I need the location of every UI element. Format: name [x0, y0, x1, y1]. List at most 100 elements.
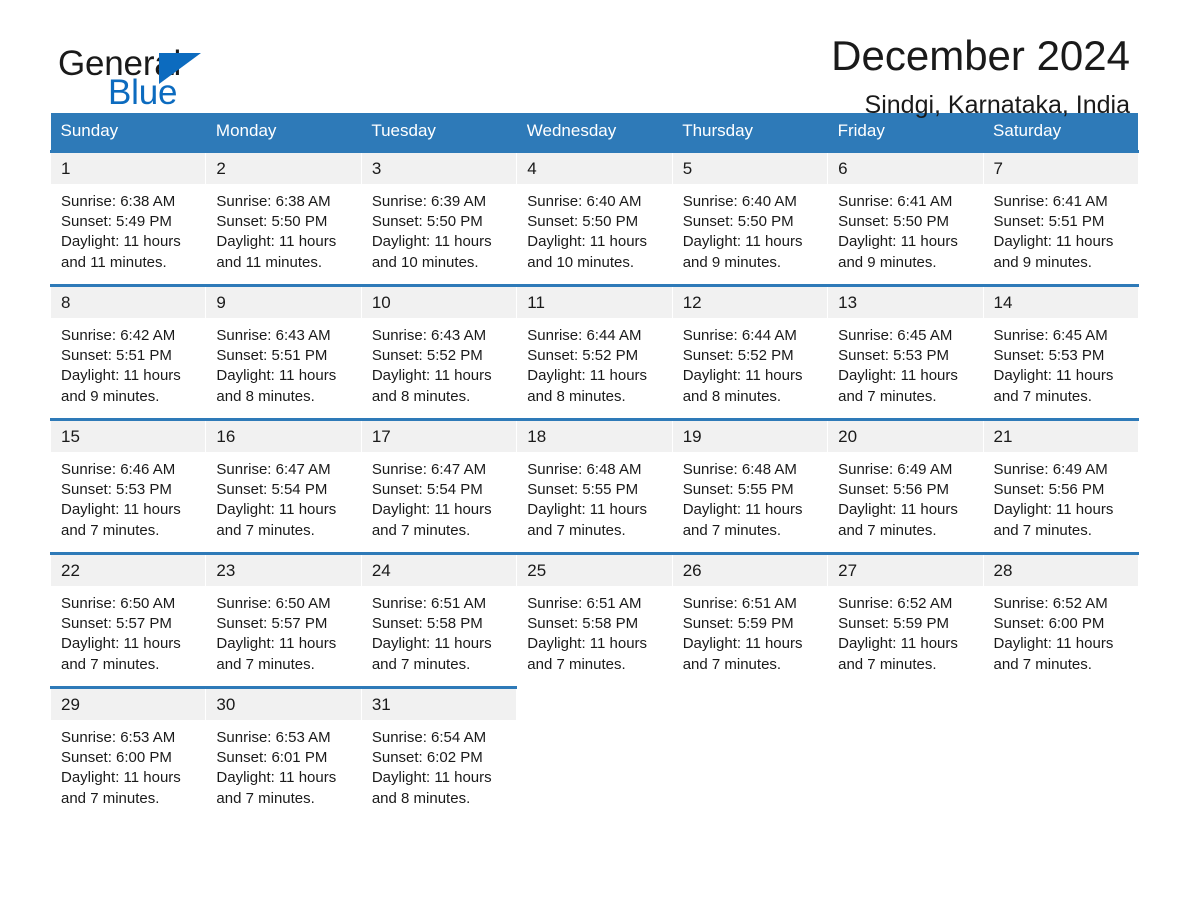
day-cell[interactable]: 10 Sunrise: 6:43 AM Sunset: 5:52 PM Dayl… — [360, 284, 518, 420]
day-number: 22 — [51, 555, 206, 586]
day-cell[interactable]: 9 Sunrise: 6:43 AM Sunset: 5:51 PM Dayli… — [205, 284, 362, 420]
day-cell[interactable]: 22 Sunrise: 6:50 AM Sunset: 5:57 PM Dayl… — [49, 552, 207, 688]
daylight-text-line1: Daylight: 11 hours — [371, 769, 492, 787]
daylight-text-line2: and 7 minutes. — [838, 387, 937, 405]
daylight-text-line2: and 8 minutes. — [371, 387, 471, 405]
daylight-text-line2: and 8 minutes. — [216, 387, 315, 405]
sunrise-text: Sunrise: 6:40 AM — [527, 193, 642, 210]
daylight-text-line1: Daylight: 11 hours — [216, 501, 337, 519]
sunset-text: Sunset: 5:55 PM — [527, 481, 639, 499]
sunset-text: Sunset: 6:00 PM — [61, 749, 172, 767]
day-details: Sunrise: 6:41 AM Sunset: 5:51 PM Dayligh… — [984, 184, 1138, 273]
daylight-text-line2: and 11 minutes. — [216, 253, 323, 271]
day-cell[interactable]: 19 Sunrise: 6:48 AM Sunset: 5:55 PM Dayl… — [671, 418, 829, 554]
sunset-text: Sunset: 5:50 PM — [371, 213, 483, 231]
sunset-text: Sunset: 5:58 PM — [527, 615, 639, 633]
sunrise-text: Sunrise: 6:38 AM — [216, 193, 331, 210]
day-cell[interactable]: 25 Sunrise: 6:51 AM Sunset: 5:58 PM Dayl… — [516, 552, 673, 688]
sunset-text: Sunset: 5:52 PM — [527, 347, 639, 365]
day-number: 19 — [672, 421, 828, 452]
sunrise-text: Sunrise: 6:46 AM — [61, 461, 176, 478]
day-cell[interactable]: 27 Sunrise: 6:52 AM Sunset: 5:59 PM Dayl… — [827, 552, 984, 688]
day-details: Sunrise: 6:43 AM Sunset: 5:52 PM Dayligh… — [362, 318, 516, 407]
daylight-text-line1: Daylight: 11 hours — [527, 501, 648, 519]
sunrise-text: Sunrise: 6:47 AM — [216, 461, 331, 478]
day-cell[interactable]: 18 Sunrise: 6:48 AM Sunset: 5:55 PM Dayl… — [516, 418, 673, 554]
day-cell[interactable]: 29 Sunrise: 6:53 AM Sunset: 6:00 PM Dayl… — [49, 686, 207, 820]
weekday-header-monday: Monday — [205, 113, 362, 152]
day-cell[interactable]: 3 Sunrise: 6:39 AM Sunset: 5:50 PM Dayli… — [360, 150, 518, 286]
day-cell[interactable]: 7 Sunrise: 6:41 AM Sunset: 5:51 PM Dayli… — [982, 150, 1139, 286]
day-cell[interactable]: 13 Sunrise: 6:45 AM Sunset: 5:53 PM Dayl… — [827, 284, 984, 420]
daylight-text-line1: Daylight: 11 hours — [371, 635, 492, 653]
daylight-text-line1: Daylight: 11 hours — [216, 367, 337, 385]
page-subtitle: Sindgi, Karnataka, India — [864, 91, 1130, 119]
day-number: 8 — [51, 287, 206, 318]
day-cell[interactable]: 16 Sunrise: 6:47 AM Sunset: 5:54 PM Dayl… — [205, 418, 362, 554]
daylight-text-line1: Daylight: 11 hours — [838, 501, 958, 519]
daylight-text-line1: Daylight: 11 hours — [371, 233, 492, 251]
day-details: Sunrise: 6:41 AM Sunset: 5:50 PM Dayligh… — [828, 184, 982, 273]
day-details: Sunrise: 6:50 AM Sunset: 5:57 PM Dayligh… — [206, 586, 360, 675]
sunset-text: Sunset: 5:56 PM — [993, 481, 1105, 499]
day-cell[interactable]: 2 Sunrise: 6:38 AM Sunset: 5:50 PM Dayli… — [205, 150, 362, 286]
daylight-text-line1: Daylight: 11 hours — [61, 501, 181, 519]
day-cell[interactable]: 31 Sunrise: 6:54 AM Sunset: 6:02 PM Dayl… — [360, 686, 518, 820]
day-cell[interactable]: 23 Sunrise: 6:50 AM Sunset: 5:57 PM Dayl… — [205, 552, 362, 688]
generalblue-logo[interactable]: General Blue — [58, 44, 258, 114]
day-cell[interactable]: 15 Sunrise: 6:46 AM Sunset: 5:53 PM Dayl… — [49, 418, 207, 554]
sunset-text: Sunset: 5:51 PM — [216, 347, 328, 365]
day-cell[interactable]: 11 Sunrise: 6:44 AM Sunset: 5:52 PM Dayl… — [516, 284, 673, 420]
sunrise-text: Sunrise: 6:49 AM — [838, 461, 953, 478]
daylight-text-line1: Daylight: 11 hours — [61, 233, 181, 251]
weekday-header-tuesday: Tuesday — [361, 113, 517, 152]
day-cell[interactable]: 4 Sunrise: 6:40 AM Sunset: 5:50 PM Dayli… — [516, 150, 673, 286]
day-details: Sunrise: 6:45 AM Sunset: 5:53 PM Dayligh… — [828, 318, 982, 407]
day-cell[interactable]: 28 Sunrise: 6:52 AM Sunset: 6:00 PM Dayl… — [982, 552, 1139, 688]
day-number: 27 — [828, 555, 983, 586]
day-number: 13 — [828, 287, 983, 318]
sunset-text: Sunset: 5:57 PM — [216, 615, 328, 633]
daylight-text-line2: and 7 minutes. — [216, 655, 315, 673]
sunrise-text: Sunrise: 6:45 AM — [838, 327, 953, 344]
day-cell[interactable]: 30 Sunrise: 6:53 AM Sunset: 6:01 PM Dayl… — [205, 686, 362, 820]
sunset-text: Sunset: 5:50 PM — [838, 213, 950, 231]
daylight-text-line1: Daylight: 11 hours — [838, 367, 958, 385]
daylight-text-line1: Daylight: 11 hours — [527, 233, 648, 251]
week-row: 29 Sunrise: 6:53 AM Sunset: 6:00 PM Dayl… — [49, 686, 1139, 820]
day-number: 31 — [361, 689, 517, 720]
sunset-text: Sunset: 5:58 PM — [371, 615, 483, 633]
daylight-text-line2: and 8 minutes. — [527, 387, 626, 405]
day-details: Sunrise: 6:50 AM Sunset: 5:57 PM Dayligh… — [51, 586, 205, 675]
day-cell[interactable]: 1 Sunrise: 6:38 AM Sunset: 5:49 PM Dayli… — [49, 150, 207, 286]
day-cell[interactable]: 24 Sunrise: 6:51 AM Sunset: 5:58 PM Dayl… — [360, 552, 518, 688]
day-number — [517, 689, 672, 720]
day-cell[interactable]: 5 Sunrise: 6:40 AM Sunset: 5:50 PM Dayli… — [671, 150, 829, 286]
day-number: 10 — [361, 287, 517, 318]
day-number — [983, 689, 1138, 720]
sunrise-text: Sunrise: 6:41 AM — [838, 193, 953, 210]
day-details: Sunrise: 6:54 AM Sunset: 6:02 PM Dayligh… — [362, 720, 516, 809]
daylight-text-line1: Daylight: 11 hours — [682, 233, 803, 251]
sunset-text: Sunset: 5:51 PM — [61, 347, 172, 365]
daylight-text-line2: and 7 minutes. — [371, 521, 471, 539]
day-cell[interactable]: 17 Sunrise: 6:47 AM Sunset: 5:54 PM Dayl… — [360, 418, 518, 554]
day-details: Sunrise: 6:42 AM Sunset: 5:51 PM Dayligh… — [51, 318, 205, 407]
day-number: 17 — [361, 421, 517, 452]
sunset-text: Sunset: 5:51 PM — [993, 213, 1105, 231]
day-cell[interactable]: 26 Sunrise: 6:51 AM Sunset: 5:59 PM Dayl… — [671, 552, 829, 688]
day-cell[interactable]: 21 Sunrise: 6:49 AM Sunset: 5:56 PM Dayl… — [982, 418, 1139, 554]
day-details: Sunrise: 6:40 AM Sunset: 5:50 PM Dayligh… — [673, 184, 827, 273]
day-cell[interactable]: 12 Sunrise: 6:44 AM Sunset: 5:52 PM Dayl… — [671, 284, 829, 420]
daylight-text-line2: and 7 minutes. — [527, 655, 626, 673]
day-number: 3 — [361, 153, 517, 184]
daylight-text-line1: Daylight: 11 hours — [993, 367, 1114, 385]
day-details: Sunrise: 6:44 AM Sunset: 5:52 PM Dayligh… — [673, 318, 827, 407]
day-cell[interactable]: 6 Sunrise: 6:41 AM Sunset: 5:50 PM Dayli… — [827, 150, 984, 286]
day-cell[interactable]: 8 Sunrise: 6:42 AM Sunset: 5:51 PM Dayli… — [49, 284, 207, 420]
day-number: 1 — [51, 153, 206, 184]
daylight-text-line2: and 7 minutes. — [61, 521, 160, 539]
day-number: 5 — [672, 153, 828, 184]
day-cell[interactable]: 14 Sunrise: 6:45 AM Sunset: 5:53 PM Dayl… — [982, 284, 1139, 420]
day-cell[interactable]: 20 Sunrise: 6:49 AM Sunset: 5:56 PM Dayl… — [827, 418, 984, 554]
